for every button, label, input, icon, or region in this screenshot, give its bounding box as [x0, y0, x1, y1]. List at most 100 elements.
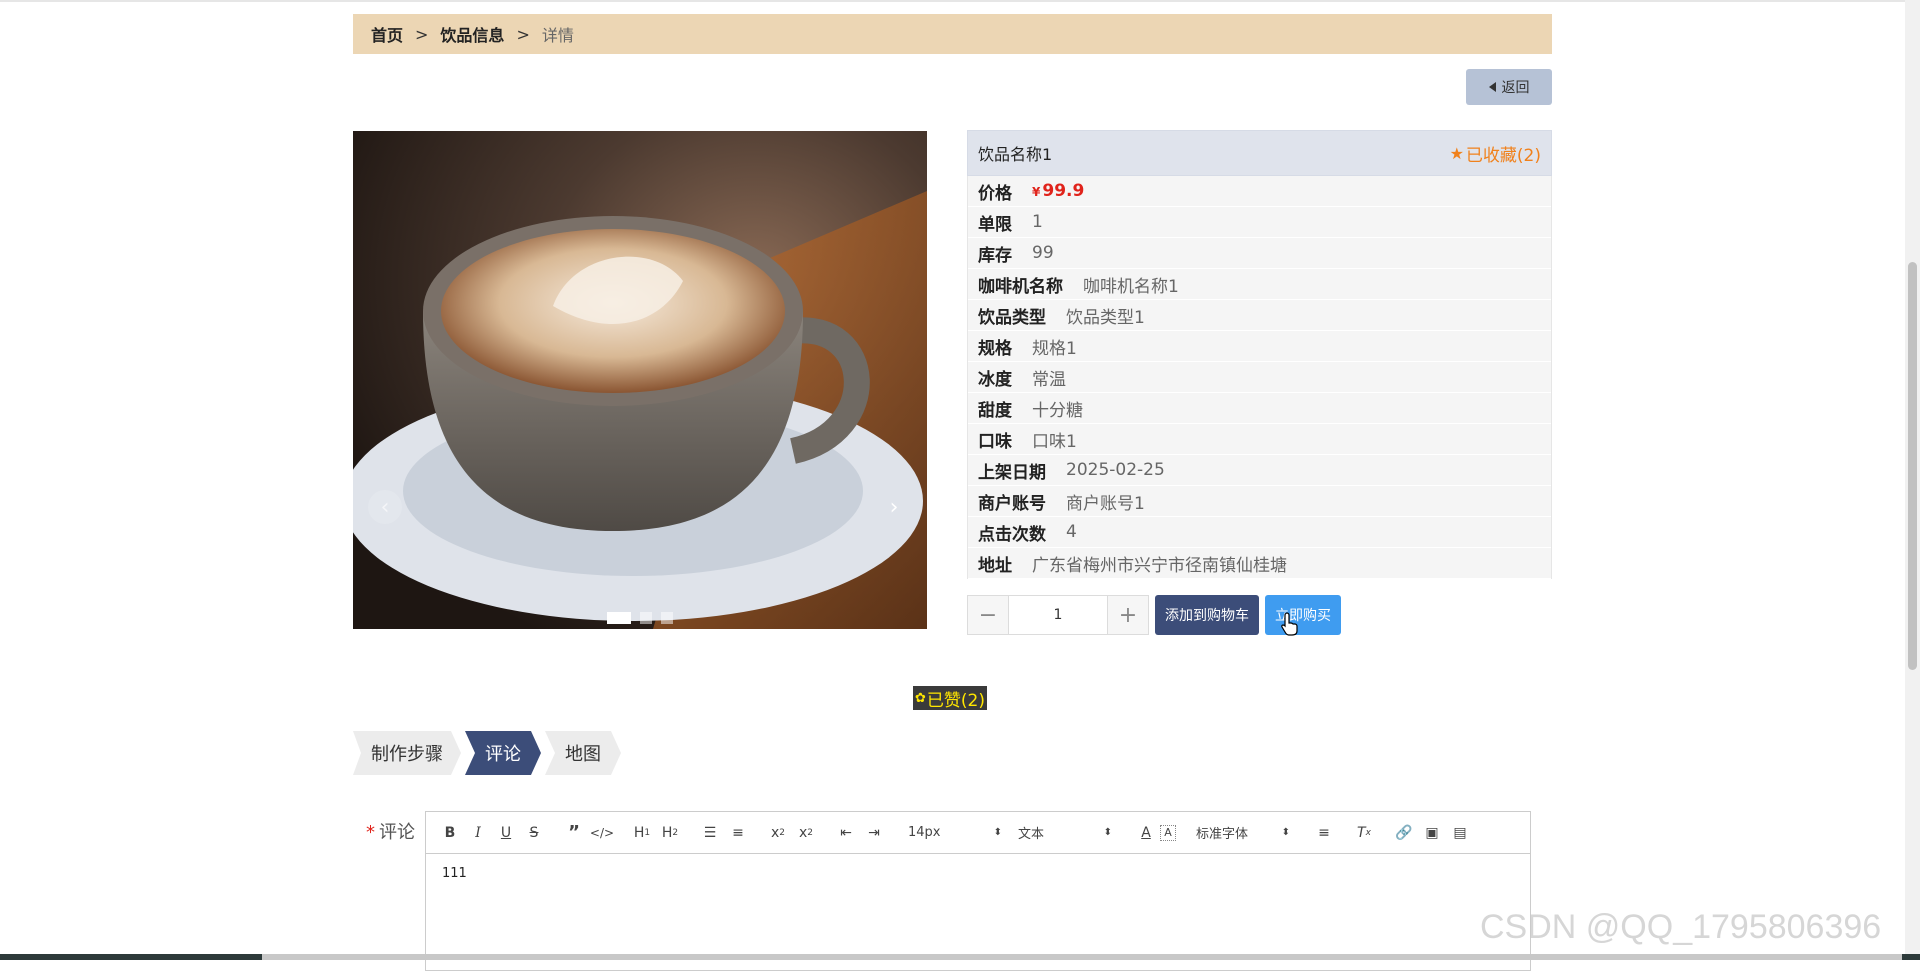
currency-symbol: ¥ [1032, 185, 1041, 199]
bullet-list-icon[interactable]: ≡ [724, 819, 752, 847]
detail-row: 地址 广东省梅州市兴宁市径南镇仙桂塘 [968, 548, 1551, 579]
font-size-value: 14px [908, 825, 941, 840]
breadcrumb: 首页 > 饮品信息 > 详情 [353, 14, 1552, 54]
detail-row: 单限 1 [968, 207, 1551, 238]
back-button[interactable]: 返回 [1466, 69, 1552, 105]
font-family-value: 标准字体 [1196, 827, 1249, 842]
detail-value: 1 [1032, 212, 1043, 232]
like-label: 已赞(2) [926, 690, 985, 711]
quantity-decrement-button[interactable]: − [968, 596, 1008, 634]
tab-0[interactable]: 制作步骤 [353, 731, 461, 775]
editor-content[interactable]: 111 [426, 854, 1530, 893]
clear-format-icon[interactable]: Tx [1350, 819, 1378, 847]
heading1-icon[interactable]: H1 [628, 819, 656, 847]
underline-icon[interactable]: U [492, 819, 520, 847]
heading2-icon[interactable]: H2 [656, 819, 684, 847]
outdent-icon[interactable]: ⇤ [832, 819, 860, 847]
bold-icon[interactable]: B [436, 819, 464, 847]
detail-row: 规格 规格1 [968, 331, 1551, 362]
background-color-icon[interactable]: A [1160, 824, 1176, 841]
detail-value: 99 [1032, 243, 1054, 263]
detail-value: 2025-02-25 [1066, 460, 1165, 480]
ordered-list-icon[interactable]: ☰ [696, 819, 724, 847]
detail-row: 冰度 常温 [968, 362, 1551, 393]
coffee-cup-image [353, 131, 927, 629]
quantity-stepper: − + [967, 595, 1149, 635]
like-button[interactable]: ✿ 已赞(2) [913, 686, 987, 711]
detail-row: 库存 99 [968, 238, 1551, 269]
detail-label: 口味 [978, 431, 1012, 452]
detail-row: 饮品类型 饮品类型1 [968, 300, 1551, 331]
detail-row: 上架日期 2025-02-25 [968, 455, 1551, 486]
favorite-button[interactable]: ★ 已收藏(2) [1450, 141, 1541, 166]
detail-label: 咖啡机名称 [978, 276, 1063, 297]
detail-row: 甜度 十分糖 [968, 393, 1551, 424]
link-icon[interactable]: 🔗 [1390, 819, 1418, 847]
bottom-bar [0, 954, 1920, 960]
detail-row: 点击次数 4 [968, 517, 1551, 548]
page-scrollbar[interactable] [1905, 0, 1920, 954]
detail-value: 常温 [1032, 369, 1066, 390]
carousel-dot[interactable] [640, 612, 652, 624]
detail-label: 库存 [978, 245, 1012, 266]
detail-label: 冰度 [978, 369, 1012, 390]
indent-icon[interactable]: ⇥ [860, 819, 888, 847]
rich-text-editor: B I U S ” </> H1 H2 ☰ ≡ x2 x2 ⇤ ⇥ 14px ⬍ … [425, 811, 1531, 971]
detail-label: 甜度 [978, 400, 1012, 421]
italic-icon[interactable]: I [464, 819, 492, 847]
quantity-input[interactable] [1008, 596, 1108, 634]
price-label: 价格 [978, 183, 1012, 204]
select-arrows-icon: ⬍ [993, 827, 1002, 838]
strikethrough-icon[interactable]: S [520, 819, 548, 847]
breadcrumb-current: 详情 [541, 26, 574, 45]
carousel-next-button[interactable]: › [877, 490, 911, 524]
font-family-select[interactable]: 标准字体 ⬍ [1188, 819, 1298, 847]
font-size-select[interactable]: 14px ⬍ [900, 819, 1010, 847]
blockquote-icon[interactable]: ” [560, 819, 588, 847]
carousel-dot[interactable] [661, 612, 673, 624]
detail-tabs: 制作步骤 评论 地图 [353, 731, 625, 775]
breadcrumb-separator: > [516, 24, 530, 44]
scrollbar-thumb[interactable] [1908, 262, 1917, 670]
product-detail-list: 价格 ¥99.9 单限 1 库存 99 咖啡机名称 咖啡机名称1 饮品类型 饮品类型1 规格 规格… [967, 176, 1552, 579]
breadcrumb-category[interactable]: 饮品信息 [440, 22, 504, 46]
back-button-label: 返回 [1501, 80, 1530, 96]
code-block-icon[interactable]: </> [588, 819, 616, 847]
superscript-icon[interactable]: x2 [792, 819, 820, 847]
detail-value: 商户账号1 [1066, 493, 1145, 514]
carousel-prev-button[interactable]: ‹ [368, 490, 402, 524]
tab-2[interactable]: 地图 [545, 731, 621, 775]
buy-now-button[interactable]: 立即购买 [1265, 595, 1341, 635]
price-amount: 99.9 [1042, 181, 1085, 201]
align-icon[interactable]: ≡ [1310, 819, 1338, 847]
image-icon[interactable]: ▣ [1418, 819, 1446, 847]
tab-1[interactable]: 评论 [465, 731, 541, 775]
quantity-increment-button[interactable]: + [1108, 596, 1148, 634]
detail-value: 规格1 [1032, 338, 1077, 359]
carousel-indicators [607, 612, 673, 624]
breadcrumb-home[interactable]: 首页 [371, 22, 403, 46]
breadcrumb-separator: > [415, 24, 429, 44]
subscript-icon[interactable]: x2 [764, 819, 792, 847]
video-icon[interactable]: ▤ [1446, 819, 1474, 847]
detail-value: 广东省梅州市兴宁市径南镇仙桂塘 [1032, 555, 1287, 576]
add-to-cart-button[interactable]: 添加到购物车 [1155, 595, 1259, 635]
product-name: 饮品名称1 [978, 145, 1053, 164]
product-image-carousel[interactable]: ‹ › [353, 131, 927, 629]
detail-label: 点击次数 [978, 524, 1046, 545]
font-color-icon[interactable]: A [1132, 819, 1160, 847]
detail-label: 商户账号 [978, 493, 1046, 514]
detail-value: 饮品类型1 [1066, 307, 1145, 328]
star-icon: ★ [1449, 143, 1464, 163]
text-style-select[interactable]: 文本 ⬍ [1010, 819, 1120, 847]
detail-label: 规格 [978, 338, 1012, 359]
favorite-label: 已收藏(2) [1465, 145, 1541, 166]
text-style-value: 文本 [1018, 827, 1045, 842]
comment-label: * 评论 [366, 818, 415, 844]
price-row: 价格 ¥99.9 [968, 176, 1551, 207]
caret-left-icon [1488, 82, 1496, 92]
detail-row: 商户账号 商户账号1 [968, 486, 1551, 517]
hand-cursor-icon [1281, 612, 1298, 636]
select-arrows-icon: ⬍ [1103, 827, 1112, 838]
carousel-dot[interactable] [607, 612, 631, 624]
